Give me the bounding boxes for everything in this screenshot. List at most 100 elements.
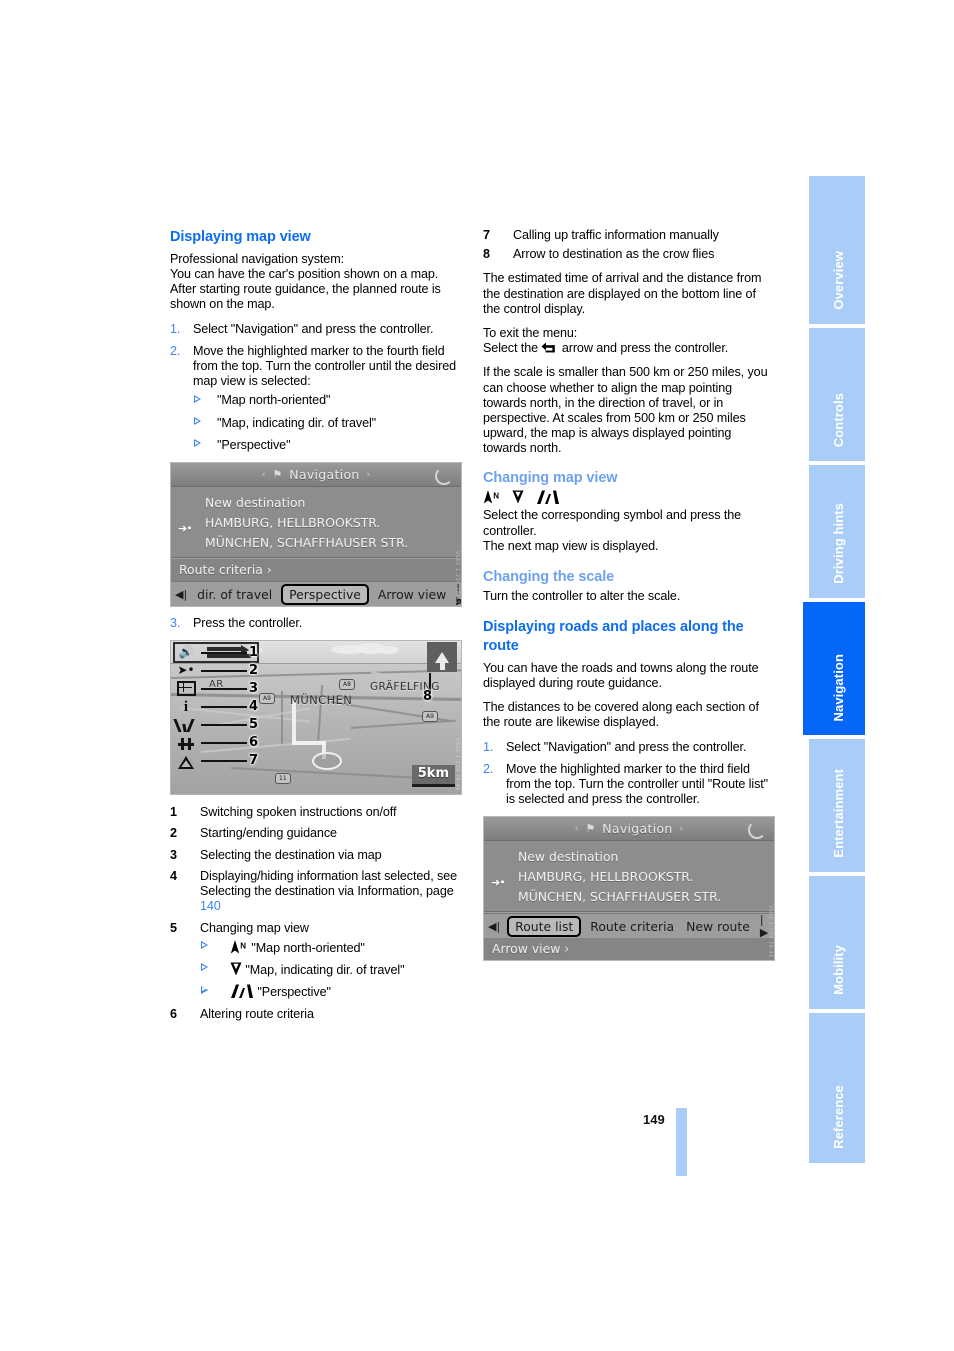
back-arrow-icon — [541, 342, 558, 353]
step-text: Select "Navigation" and press the contro… — [506, 739, 747, 754]
screen-title: Navigation — [289, 467, 360, 483]
page-title: Displaying map view — [170, 229, 311, 245]
car-icon: ⚑ — [272, 468, 283, 482]
exit-menu-line-1: To exit the menu: — [483, 326, 578, 341]
row-label: HAMBURG, HELLBROOKSTR. — [205, 515, 381, 531]
footer-left-arrow-icon: ◀| — [488, 919, 501, 933]
row-label: New destination — [205, 495, 306, 511]
map-view-symbol-row: N — [483, 489, 775, 506]
roads-places-paragraph-1: You can have the roads and towns along t… — [483, 660, 759, 691]
callout-number-3: 3 — [249, 681, 259, 697]
map-direction-of-travel-icon — [512, 490, 524, 504]
car-position-marker — [312, 752, 342, 771]
map-view-option-list: "Map north-oriented" "Map, indicating di… — [193, 393, 462, 453]
list-item: MÜNCHEN, SCHAFFHAUSER STR. — [171, 533, 461, 553]
legend-item: 8 Arrow to destination as the crow flies — [483, 247, 775, 262]
speaker-icon: 🔊 — [178, 644, 194, 659]
sidebar-item-navigation[interactable]: Navigation — [803, 602, 865, 735]
chapter-tab-rail: Overview Controls Driving hints Navigati… — [803, 176, 865, 1167]
legend-number: 6 — [170, 1007, 177, 1022]
option-label: "Perspective" — [257, 985, 331, 1000]
row-label: MÜNCHEN, SCHAFFHAUSER STR. — [518, 889, 722, 905]
legend-text: Selecting the destination via map — [200, 847, 382, 862]
image-watermark: VS01 1.234 78-45 — [767, 905, 773, 959]
legend-number: 5 — [170, 920, 177, 935]
list-item: New destination — [171, 493, 461, 513]
row-label: New destination — [518, 849, 619, 865]
option-label: "Map, indicating dir. of travel" — [217, 415, 377, 430]
option-label: "Map north-oriented" — [251, 940, 365, 955]
map-callout-legend-right: 7 Calling up traffic information manuall… — [483, 228, 775, 262]
map-scale-label: 5km — [411, 765, 455, 788]
screen-title-bar: ‹ ⚑ Navigation › — [171, 463, 461, 488]
map-perspective-icon — [230, 984, 254, 999]
sidebar-item-overview[interactable]: Overview — [809, 176, 865, 324]
car-icon: ⚑ — [585, 822, 596, 836]
step-item: 3. Press the controller. — [170, 616, 462, 631]
sidebar-item-mobility[interactable]: Mobility — [809, 876, 865, 1009]
footer-item-route-list-selected: Route list — [507, 915, 582, 937]
image-watermark: VS01 1.234 78-45 — [454, 551, 460, 605]
callout-leader — [201, 652, 247, 654]
legend-text: Displaying/hiding information last selec… — [200, 868, 458, 899]
list-item: "Map, indicating dir. of travel" — [193, 416, 462, 431]
legend-number: 7 — [483, 228, 490, 242]
loading-spinner-icon — [748, 821, 766, 840]
sidebar-item-reference[interactable]: Reference — [809, 1013, 865, 1163]
list-item: MÜNCHEN, SCHAFFHAUSER STR. — [484, 887, 774, 907]
list-item: "Map, indicating dir. of travel" — [200, 962, 462, 978]
list-item: ➜• HAMBURG, HELLBROOKSTR. — [171, 513, 461, 535]
page-reference-link[interactable]: 140 — [200, 899, 221, 913]
step-number: 3. — [170, 616, 181, 631]
step-number: 1. — [483, 739, 494, 754]
sidebar-item-controls[interactable]: Controls — [809, 328, 865, 461]
option-label: "Map, indicating dir. of travel" — [245, 962, 405, 977]
map-road — [350, 719, 456, 730]
tab-label: Driving hints — [831, 503, 846, 584]
legend-number: 4 — [170, 868, 177, 883]
screen-menu-list: New destination ➜• HAMBURG, HELLBROOKSTR… — [171, 487, 461, 558]
option-label: "Perspective" — [217, 437, 291, 452]
legend-number: 1 — [170, 805, 177, 820]
callout-number-5: 5 — [249, 717, 259, 733]
screen-title: Navigation — [602, 821, 673, 837]
subheading-changing-map-view: Changing map view — [483, 469, 618, 486]
step-text: Move the highlighted marker to the third… — [506, 761, 769, 807]
prev-arrow-icon: ‹ — [574, 823, 579, 834]
triangle-bullet-icon — [201, 963, 208, 972]
step-item: 1. Select "Navigation" and press the con… — [483, 740, 775, 755]
tab-label: Controls — [831, 392, 846, 447]
callout-leader — [201, 670, 247, 672]
next-arrow-icon: › — [679, 823, 684, 834]
map-north-oriented-icon: N — [230, 939, 248, 954]
loading-spinner-icon — [435, 467, 453, 486]
map-route-line — [292, 741, 326, 746]
callout-number-2: 2 — [249, 663, 259, 679]
sidebar-item-driving-hints[interactable]: Driving hints — [809, 465, 865, 598]
map-label-munchen: MÜNCHEN — [290, 693, 353, 708]
map-callout-legend-left: 1 Switching spoken instructions on/off 2… — [170, 805, 462, 1022]
route-criteria-icon — [174, 736, 198, 753]
legend-item: 6 Altering route criteria — [170, 1007, 462, 1022]
step-number: 2. — [170, 343, 181, 358]
legend-item: 1 Switching spoken instructions on/off — [170, 805, 462, 820]
legend-text: Starting/ending guidance — [200, 826, 337, 841]
sidebar-item-entertainment[interactable]: Entertainment — [809, 739, 865, 872]
list-item: N "Map north-oriented" — [200, 939, 462, 956]
triangle-bullet-icon — [201, 941, 208, 950]
heading-displaying-roads-and-places: Displaying roads and places along the ro… — [483, 619, 744, 654]
eta-paragraph: The estimated time of arrival and the di… — [483, 271, 762, 316]
callout-number-8: 8 — [423, 689, 433, 705]
callout-leader — [201, 760, 247, 762]
route-criteria-row: Route criteria › — [171, 559, 461, 582]
screen-menu-list: New destination ➜• HAMBURG, HELLBROOKSTR… — [484, 841, 774, 912]
idrive-navigation-screenshot-2: ‹ ⚑ Navigation › New destination ➜• HAMB… — [483, 816, 775, 962]
screen-title-bar: ‹ ⚑ Navigation › — [484, 817, 774, 842]
svg-text:N: N — [240, 941, 246, 950]
intro-line-1: Professional navigation system: — [170, 251, 344, 266]
callout-number-7: 7 — [249, 753, 259, 769]
legend-number: 2 — [170, 826, 177, 841]
legend-number: 3 — [170, 847, 177, 862]
roads-places-steps: 1. Select "Navigation" and press the con… — [483, 740, 775, 808]
page-number-bar — [676, 1108, 687, 1176]
